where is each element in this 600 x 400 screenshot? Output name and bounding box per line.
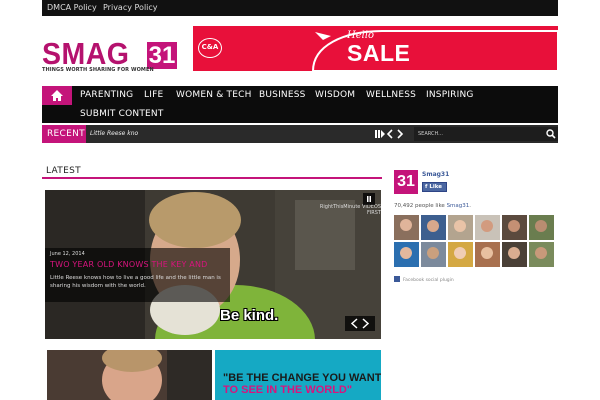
facebook-like-count: 70,492 people like Smag31. — [394, 203, 471, 209]
slider-arrows — [345, 316, 375, 331]
facebook-plugin-footer: Facebook social plugin — [394, 276, 454, 283]
facebook-faces-grid — [394, 215, 554, 271]
facebook-page-name[interactable]: Smag31 — [422, 171, 449, 178]
video-watermark: RightThisMinute VIDEOS FIRST — [319, 204, 381, 216]
logo-number: 31 — [147, 42, 177, 69]
quote-line-2: TO SEE IN THE WORLD" — [223, 384, 353, 396]
fan-avatar[interactable] — [502, 242, 527, 267]
featured-date: June 12, 2014 — [50, 251, 85, 257]
fan-avatar[interactable] — [421, 215, 446, 240]
ad-banner[interactable]: C&A Hello SALE — [193, 26, 558, 71]
facebook-icon — [394, 276, 400, 282]
pause-icon[interactable] — [375, 130, 385, 138]
section-divider — [42, 177, 382, 179]
like-count-page-link[interactable]: Smag31 — [447, 203, 470, 209]
latest-heading: LATEST — [46, 166, 81, 176]
dmca-policy-link[interactable]: DMCA Policy — [47, 3, 97, 12]
facebook-page-avatar[interactable]: 31 — [394, 170, 418, 194]
featured-caption-box: June 12, 2014 TWO YEAR OLD KNOWS THE KEY… — [45, 248, 230, 302]
featured-excerpt: Little Reese knows how to live a good li… — [50, 275, 221, 289]
nav-item-wellness[interactable]: WELLNESS — [366, 90, 416, 100]
ad-headline: SALE — [347, 40, 411, 66]
like-label: Like — [429, 184, 442, 190]
recent-label: RECENT — [42, 125, 86, 143]
featured-title-link[interactable]: TWO YEAR OLD KNOWS THE KEY AND — [50, 260, 208, 269]
nav-home-button[interactable] — [42, 86, 72, 105]
site-logo[interactable]: SMAG 31 THINGS WORTH SHARING FOR WOMEN — [42, 38, 177, 78]
fan-avatar[interactable] — [448, 215, 473, 240]
nav-item-life[interactable]: LIFE — [144, 90, 163, 100]
like-count-text: 70,492 people like — [394, 203, 447, 209]
fan-avatar[interactable] — [448, 242, 473, 267]
home-icon — [51, 90, 63, 101]
fan-avatar[interactable] — [394, 242, 419, 267]
logo-wordmark: SMAG — [42, 36, 130, 71]
ticker-controls — [375, 129, 404, 139]
fan-avatar[interactable] — [529, 215, 554, 240]
fan-avatar[interactable] — [502, 215, 527, 240]
search-box — [414, 127, 558, 141]
recent-headline-link[interactable]: Little Reese kno — [90, 130, 138, 137]
post-thumbnail-image — [47, 350, 212, 400]
chevron-left-icon[interactable] — [386, 129, 393, 139]
search-input[interactable] — [418, 129, 538, 139]
like-count-end: . — [469, 203, 472, 209]
nav-item-wisdom[interactable]: WISDOM — [315, 90, 355, 100]
nav-item-parenting[interactable]: PARENTING — [80, 90, 133, 100]
facebook-plugin-label: Facebook social plugin — [403, 278, 454, 283]
video-caption: Be kind. — [220, 307, 279, 324]
fan-avatar[interactable] — [475, 215, 500, 240]
quote-image-text: "BE THE CHANGE YOU WANT TO SEE IN THE WO… — [223, 372, 381, 396]
main-nav: PARENTING LIFE WOMEN & TECH BUSINESS WIS… — [42, 86, 558, 123]
facebook-like-button[interactable]: f Like — [422, 182, 447, 192]
nav-item-women-tech[interactable]: WOMEN & TECH — [176, 90, 252, 100]
nav-item-business[interactable]: BUSINESS — [259, 90, 306, 100]
fan-avatar[interactable] — [529, 242, 554, 267]
nav-item-inspiring[interactable]: INSPIRING — [426, 90, 474, 100]
post-thumbnail[interactable] — [47, 350, 212, 400]
logo-tagline: THINGS WORTH SHARING FOR WOMEN — [42, 67, 154, 73]
ad-brand-logo: C&A — [198, 38, 222, 58]
nav-item-submit-content[interactable]: SUBMIT CONTENT — [80, 109, 164, 119]
quote-line-1: "BE THE CHANGE YOU WANT — [223, 372, 381, 384]
top-bar: DMCA Policy Privacy Policy — [42, 0, 558, 16]
post-thumbnail[interactable]: "BE THE CHANGE YOU WANT TO SEE IN THE WO… — [215, 350, 381, 400]
fan-avatar[interactable] — [421, 242, 446, 267]
search-icon[interactable] — [546, 129, 556, 139]
fan-avatar[interactable] — [475, 242, 500, 267]
featured-slide[interactable]: RightThisMinute VIDEOS FIRST June 12, 20… — [45, 190, 381, 339]
chevron-right-icon[interactable] — [397, 129, 404, 139]
slider-pause-icon[interactable] — [363, 193, 375, 205]
recent-ticker: RECENT Little Reese kno — [42, 125, 558, 143]
privacy-policy-link[interactable]: Privacy Policy — [103, 3, 158, 12]
fan-avatar[interactable] — [394, 215, 419, 240]
